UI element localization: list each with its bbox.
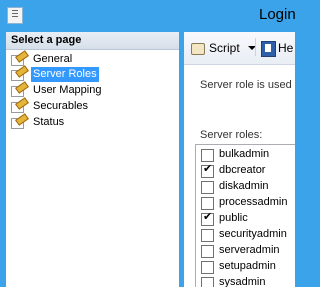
page-pen-icon [11,50,29,66]
role-label: processadmin [219,196,288,208]
page-item-server-roles[interactable]: Server Roles [11,65,171,82]
server-roles-list[interactable]: bulkadmin ✔ dbcreator diskadmin processa… [195,144,295,287]
page-item-label: User Mapping [33,84,102,96]
role-checkbox[interactable] [201,149,214,162]
role-row-public[interactable]: ✔ public [201,211,295,227]
role-row-setupadmin[interactable]: setupadmin [201,259,295,275]
role-label: dbcreator [219,164,266,176]
page-item-securables[interactable]: Securables [11,97,171,114]
toolbar: Script He [184,32,295,65]
page-item-label: General [33,53,73,65]
checkmark-icon: ✔ [203,163,213,175]
content-pane: Script He Server role is used to Server … [184,32,295,287]
role-label: public [219,212,248,224]
title-bar[interactable]: Login [0,0,296,32]
role-checkbox[interactable] [201,277,214,287]
role-row-serveradmin[interactable]: serveradmin [201,243,295,259]
role-row-securityadmin[interactable]: securityadmin [201,227,295,243]
role-label: diskadmin [219,180,269,192]
page-pen-icon [11,81,29,97]
role-checkbox[interactable] [201,245,214,258]
page-pen-icon [11,65,29,81]
role-row-bulkadmin[interactable]: bulkadmin [201,147,295,163]
server-roles-label: Server roles: [200,129,263,141]
select-page-label: Select a page [11,34,82,46]
page-item-general[interactable]: General [11,50,171,67]
role-label: setupadmin [219,260,276,272]
role-checkbox[interactable] [201,197,214,210]
select-page-header: Select a page [6,32,179,50]
page-item-label: Server Roles [31,67,99,82]
window-title: Login [259,6,296,23]
role-checkbox[interactable] [201,229,214,242]
app-icon[interactable] [7,7,23,24]
role-label: securityadmin [219,228,287,240]
role-checkbox[interactable] [201,261,214,274]
server-role-description: Server role is used to [200,79,295,91]
toolbar-separator [255,38,256,56]
script-icon [190,41,205,55]
role-row-processadmin[interactable]: processadmin [201,195,295,211]
help-label: He [278,41,294,55]
checkmark-icon: ✔ [203,211,213,223]
role-label: sysadmin [219,276,266,287]
role-checkbox[interactable]: ✔ [201,163,214,178]
help-button[interactable]: He [261,40,295,58]
role-row-diskadmin[interactable]: diskadmin [201,179,295,195]
script-button[interactable]: Script [190,40,258,58]
role-label: serveradmin [219,244,280,256]
page-item-label: Securables [33,100,89,112]
role-checkbox[interactable]: ✔ [201,211,214,226]
select-page-pane: Select a page General Server Roles User … [6,32,179,287]
page-pen-icon [11,113,29,129]
role-row-sysadmin[interactable]: sysadmin [201,275,295,287]
page-pen-icon [11,97,29,113]
help-icon [261,41,276,57]
script-label: Script [209,41,240,55]
role-row-dbcreator[interactable]: ✔ dbcreator [201,163,295,179]
page-item-status[interactable]: Status [11,113,171,130]
page-item-label: Status [33,116,65,128]
role-label: bulkadmin [219,148,270,160]
role-checkbox[interactable] [201,181,214,194]
page-item-user-mapping[interactable]: User Mapping [11,81,171,98]
